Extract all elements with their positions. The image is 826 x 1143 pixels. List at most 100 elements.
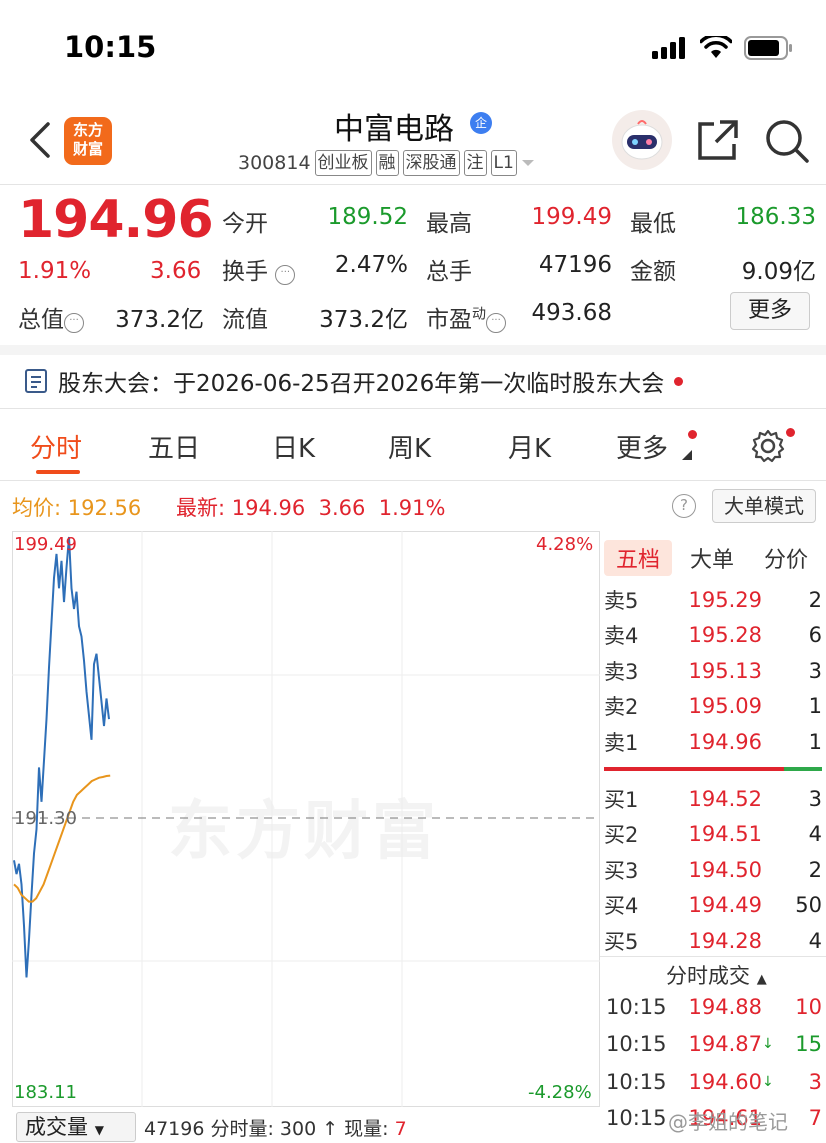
tick-price: 194.60 xyxy=(688,1070,762,1094)
bid-row: 买5 194.28 4 xyxy=(604,926,822,956)
intraday-chart[interactable] xyxy=(12,531,600,1107)
pe-value: 493.68 xyxy=(531,300,612,326)
settings-dot xyxy=(786,428,795,437)
more-quote-button[interactable]: 更多 xyxy=(730,292,810,330)
tabs-divider xyxy=(0,480,826,481)
stock-code-row: 300814 创业板 融 深股通 注 L1 xyxy=(238,150,535,176)
corner-caret-icon xyxy=(682,450,692,460)
latest-chg: 3.66 xyxy=(318,496,366,520)
volume-stats-text: 47196 分时量: 300 ↑ 现量: xyxy=(144,1118,395,1140)
bid-label: 买1 xyxy=(604,788,639,812)
bid-row: 买4 194.49 50 xyxy=(604,890,822,920)
tick-vol: 10 xyxy=(795,995,822,1019)
pe-label-text: 市盈 xyxy=(426,307,472,333)
latest-price: 最新: 194.96 3.66 1.91% xyxy=(176,492,445,522)
ask-price: 195.29 xyxy=(688,588,762,612)
tick-arrow: ↓ xyxy=(762,1074,774,1090)
ask-vol: 3 xyxy=(808,659,822,683)
bid-price: 194.50 xyxy=(688,858,762,882)
tick-row: 10:15 194.88 10 xyxy=(606,995,822,1019)
ai-assistant-avatar[interactable] xyxy=(612,110,672,170)
caret-down-icon[interactable] xyxy=(521,158,535,168)
ask-label: 卖4 xyxy=(604,624,639,648)
current-price: 194.96 xyxy=(18,190,214,250)
tab-monthly-k[interactable]: 月K xyxy=(508,428,551,465)
tab-intraday[interactable]: 分时 xyxy=(30,428,82,465)
y-bottom-label: 183.11 xyxy=(14,1082,77,1103)
bid-label: 买2 xyxy=(604,823,639,847)
tick-time: 10:15 xyxy=(606,1106,667,1130)
bid-price: 194.28 xyxy=(688,929,762,953)
tab-five-levels[interactable]: 五档 xyxy=(604,540,673,576)
ask-row: 卖1 194.96 1 xyxy=(604,727,822,757)
cellular-signal-icon xyxy=(652,37,685,59)
info-dots-icon[interactable]: ··· xyxy=(64,313,84,333)
latest-pct: 1.91% xyxy=(378,496,446,520)
tick-time: 10:15 xyxy=(606,1070,667,1094)
stock-code: 300814 xyxy=(238,152,311,174)
tick-time: 10:15 xyxy=(606,995,667,1019)
tick-arrow: ↓ xyxy=(762,1036,774,1052)
back-icon[interactable] xyxy=(26,120,52,160)
low-value: 186.33 xyxy=(735,204,816,230)
latest-label: 最新: xyxy=(176,496,226,520)
ask-price: 195.28 xyxy=(688,623,762,647)
share-icon[interactable] xyxy=(696,118,740,162)
pct-top-label: 4.28% xyxy=(536,534,594,555)
ask-row: 卖5 195.29 2 xyxy=(604,585,822,615)
amount-label: 金额 xyxy=(630,259,676,285)
help-icon[interactable]: ? xyxy=(672,494,696,518)
float-label: 流值 xyxy=(222,307,268,333)
volume-indicator-select[interactable]: 成交量 ▼ xyxy=(16,1112,136,1142)
notice-bar[interactable]: 股东大会：于2026-06-25召开2026年第一次临时股东大会 xyxy=(24,364,684,398)
ask-vol: 1 xyxy=(808,730,822,754)
ask-vol: 6 xyxy=(808,623,822,647)
tag-level[interactable]: L1 xyxy=(490,150,517,176)
ask-price: 194.96 xyxy=(688,730,762,754)
volume-indicator-label: 成交量 xyxy=(25,1115,88,1139)
app-logo-text: 东方财富 xyxy=(72,121,103,158)
turnover-label-text: 换手 xyxy=(222,259,268,285)
tab-five-day[interactable]: 五日 xyxy=(148,428,200,465)
settings-gear-icon[interactable] xyxy=(750,428,786,464)
battery-icon xyxy=(744,36,792,60)
caret-down-icon: ▼ xyxy=(94,1123,104,1137)
buy-sell-ratio-red xyxy=(604,767,784,771)
bid-label: 买3 xyxy=(604,859,639,883)
low-label: 最低 xyxy=(630,211,676,237)
latest-value: 194.96 xyxy=(231,496,306,520)
avg-label: 均价: xyxy=(12,496,62,520)
info-dots-icon[interactable]: ··· xyxy=(275,265,296,285)
bid-vol: 3 xyxy=(808,787,822,811)
search-icon[interactable] xyxy=(764,118,810,164)
pct-bottom-label: -4.28% xyxy=(528,1082,592,1103)
volume-stats: 47196 分时量: 300 ↑ 现量: 7 xyxy=(144,1114,407,1141)
avg-price: 均价: 192.56 xyxy=(12,492,141,522)
section-gap xyxy=(0,345,826,355)
price-line xyxy=(13,536,110,978)
tick-time: 10:15 xyxy=(606,1032,667,1056)
weibo-watermark: @李姐的笔记 xyxy=(668,1110,788,1134)
avg-price-line xyxy=(13,774,111,903)
tick-vol: 15 xyxy=(795,1032,822,1056)
ticks-title[interactable]: 分时成交 ▲ xyxy=(666,960,767,990)
tag-margin: 融 xyxy=(375,150,399,176)
notice-dot xyxy=(674,376,684,386)
tick-row: 10:15 194.87 ↓ 15 xyxy=(606,1032,822,1056)
tab-big-order[interactable]: 大单 xyxy=(690,542,734,574)
tab-price-split[interactable]: 分价 xyxy=(764,542,808,574)
bid-vol: 4 xyxy=(808,822,822,846)
enterprise-badge-icon: 企 xyxy=(470,112,492,134)
change-amount: 3.66 xyxy=(150,258,202,284)
tab-daily-k[interactable]: 日K xyxy=(272,428,315,465)
big-order-mode-button[interactable]: 大单模式 xyxy=(712,489,816,523)
tab-weekly-k[interactable]: 周K xyxy=(388,428,431,465)
bid-row: 买3 194.50 2 xyxy=(604,855,822,885)
tab-more-dot xyxy=(688,430,697,439)
high-label: 最高 xyxy=(426,211,472,237)
info-dots-icon[interactable]: ··· xyxy=(486,313,506,333)
tab-more[interactable]: 更多 xyxy=(616,428,668,465)
buy-sell-ratio-green xyxy=(784,767,822,771)
ask-row: 卖4 195.28 6 xyxy=(604,620,822,650)
open-value: 189.52 xyxy=(327,204,408,230)
